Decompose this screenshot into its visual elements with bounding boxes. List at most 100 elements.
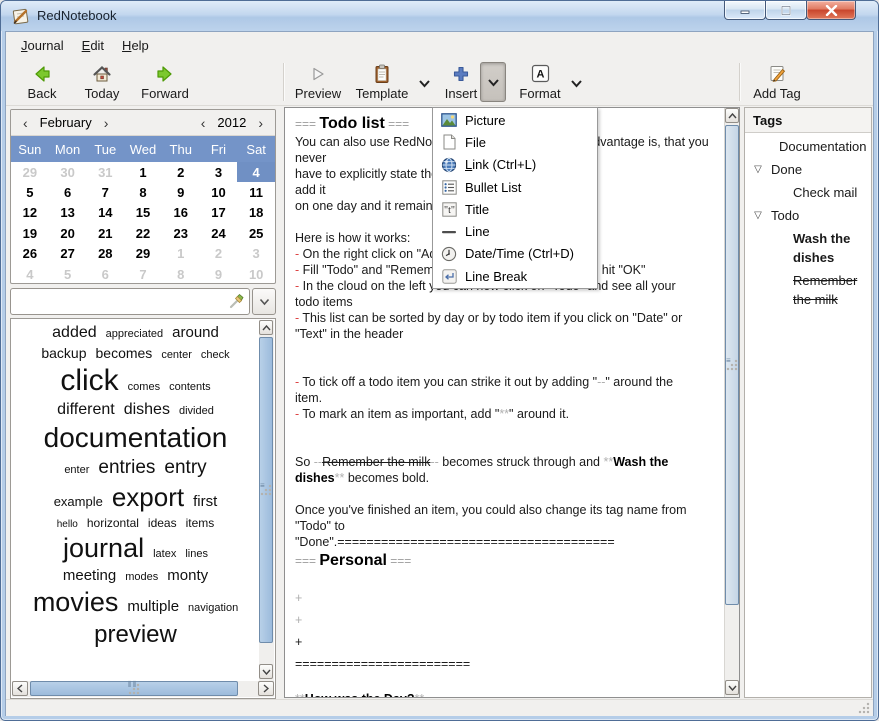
- insert-dropdown-chevron-button[interactable]: [480, 62, 506, 102]
- calendar-day[interactable]: 4: [11, 264, 49, 284]
- menu-journal[interactable]: Journal: [12, 34, 73, 57]
- calendar-day[interactable]: 18: [237, 203, 275, 223]
- calendar-day[interactable]: 5: [49, 264, 87, 284]
- cloud-word[interactable]: multiple: [127, 598, 179, 615]
- calendar-day[interactable]: 7: [86, 182, 124, 202]
- cloud-word[interactable]: hello: [57, 519, 78, 530]
- format-dropdown-chevron-icon[interactable]: [566, 73, 586, 93]
- cloud-word[interactable]: contents: [169, 381, 211, 393]
- calendar-day[interactable]: 17: [200, 203, 238, 223]
- cloud-vertical-scrollbar[interactable]: ≡: [259, 320, 274, 682]
- next-year-arrow[interactable]: ›: [256, 115, 265, 131]
- scroll-thumb[interactable]: ⦀⦀: [30, 681, 238, 696]
- cloud-word[interactable]: ideas: [148, 516, 177, 530]
- cloud-word[interactable]: backup: [41, 345, 86, 361]
- scroll-down-button[interactable]: [725, 680, 739, 695]
- calendar-day[interactable]: 2: [200, 244, 238, 264]
- cloud-word[interactable]: horizontal: [87, 516, 139, 530]
- template-button[interactable]: Template: [349, 61, 415, 103]
- back-button[interactable]: Back: [14, 61, 70, 103]
- prev-month-arrow[interactable]: ‹: [21, 115, 30, 131]
- cloud-word[interactable]: export: [112, 482, 184, 513]
- cloud-word[interactable]: around: [172, 324, 219, 341]
- menu-help[interactable]: Help: [113, 34, 158, 57]
- preview-button[interactable]: Preview: [289, 61, 347, 103]
- cloud-word[interactable]: added: [52, 324, 97, 342]
- cloud-word[interactable]: click: [60, 364, 118, 398]
- close-button[interactable]: [806, 1, 856, 20]
- insert-menu-item-date-time-ctrl-d[interactable]: Date/Time (Ctrl+D): [434, 243, 596, 265]
- resize-grip[interactable]: [858, 702, 870, 714]
- insert-menu-item-bullet-list[interactable]: Bullet List: [434, 176, 596, 198]
- insert-menu-item-picture[interactable]: Picture: [434, 109, 596, 131]
- scroll-thumb[interactable]: ≡: [725, 125, 739, 605]
- calendar-day[interactable]: 30: [49, 162, 87, 182]
- calendar-day[interactable]: 10: [200, 182, 238, 202]
- calendar-day[interactable]: 16: [162, 203, 200, 223]
- cloud-word[interactable]: comes: [128, 381, 160, 393]
- calendar-day[interactable]: 3: [200, 162, 238, 182]
- calendar-day[interactable]: 20: [49, 223, 87, 243]
- calendar-day[interactable]: 21: [86, 223, 124, 243]
- cloud-word[interactable]: appreciated: [106, 328, 164, 340]
- clear-broom-icon[interactable]: [228, 293, 245, 310]
- insert-menu-item-line-break[interactable]: Line Break: [434, 265, 596, 287]
- cloud-word[interactable]: preview: [94, 621, 177, 649]
- cloud-word[interactable]: lines: [185, 548, 208, 560]
- cloud-word[interactable]: enter: [64, 464, 89, 476]
- scroll-right-button[interactable]: [258, 681, 274, 696]
- cloud-word[interactable]: items: [186, 516, 215, 530]
- tag-item-todo[interactable]: ▽Todo: [745, 202, 871, 225]
- cloud-horizontal-scrollbar[interactable]: ⦀⦀: [12, 681, 274, 697]
- calendar-day[interactable]: 5: [11, 182, 49, 202]
- calendar-day[interactable]: 6: [86, 264, 124, 284]
- calendar-day[interactable]: 25: [237, 223, 275, 243]
- cloud-word[interactable]: different: [57, 401, 115, 419]
- calendar-day[interactable]: 31: [86, 162, 124, 182]
- cloud-word[interactable]: entries: [98, 457, 155, 479]
- format-button[interactable]: A Format: [512, 61, 568, 103]
- tag-item-check-mail[interactable]: Check mail: [745, 179, 871, 202]
- calendar-day[interactable]: 10: [237, 264, 275, 284]
- calendar-day[interactable]: 6: [49, 182, 87, 202]
- calendar-day[interactable]: 28: [86, 244, 124, 264]
- cloud-word[interactable]: monty: [167, 567, 208, 584]
- cloud-word[interactable]: center: [161, 349, 192, 361]
- calendar-day[interactable]: 11: [237, 182, 275, 202]
- tag-item-done[interactable]: ▽Done: [745, 156, 871, 179]
- search-dropdown-button[interactable]: [252, 288, 276, 315]
- cloud-word[interactable]: meeting: [63, 567, 116, 584]
- cloud-word[interactable]: check: [201, 349, 230, 361]
- scroll-up-button[interactable]: [725, 108, 739, 123]
- calendar-day[interactable]: 23: [162, 223, 200, 243]
- scroll-thumb[interactable]: ≡: [259, 337, 273, 643]
- cloud-word[interactable]: journal: [63, 533, 144, 564]
- calendar-day[interactable]: 19: [11, 223, 49, 243]
- insert-menu-item-file[interactable]: File: [434, 131, 596, 153]
- calendar-day[interactable]: 8: [162, 264, 200, 284]
- calendar-day[interactable]: 9: [162, 182, 200, 202]
- maximize-button[interactable]: [765, 1, 807, 20]
- calendar-day[interactable]: 7: [124, 264, 162, 284]
- calendar-day[interactable]: 29: [124, 244, 162, 264]
- cloud-word[interactable]: dishes: [124, 401, 170, 419]
- cloud-word[interactable]: navigation: [188, 602, 238, 614]
- cloud-word[interactable]: latex: [153, 548, 176, 560]
- calendar-day[interactable]: 1: [124, 162, 162, 182]
- calendar-day[interactable]: 22: [124, 223, 162, 243]
- calendar-day[interactable]: 26: [11, 244, 49, 264]
- titlebar[interactable]: RedNotebook: [1, 1, 878, 31]
- calendar-day[interactable]: 29: [11, 162, 49, 182]
- tag-item-remember-the-milk[interactable]: Remember the milk: [745, 267, 871, 309]
- insert-menu-item-link-ctrl-l[interactable]: Link (Ctrl+L): [434, 154, 596, 176]
- cloud-word[interactable]: entry: [164, 457, 206, 479]
- calendar-day[interactable]: 3: [237, 244, 275, 264]
- add-tag-button[interactable]: Add Tag: [746, 61, 808, 103]
- prev-year-arrow[interactable]: ‹: [199, 115, 208, 131]
- cloud-word[interactable]: becomes: [96, 345, 153, 361]
- scroll-down-button[interactable]: [259, 664, 273, 679]
- scroll-left-button[interactable]: [12, 681, 28, 696]
- calendar-day[interactable]: 2: [162, 162, 200, 182]
- tags-header[interactable]: Tags: [745, 108, 871, 133]
- minimize-button[interactable]: [724, 1, 766, 20]
